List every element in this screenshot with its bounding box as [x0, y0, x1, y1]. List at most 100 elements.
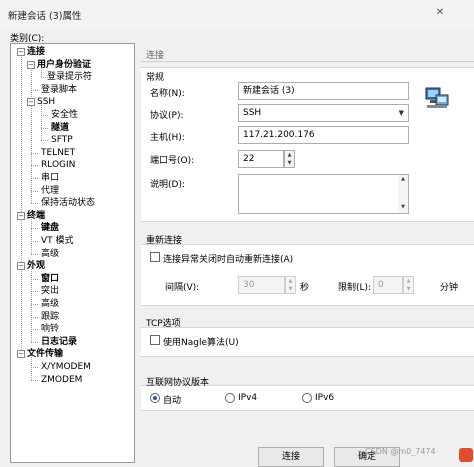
port-label: 端口号(O): — [150, 156, 195, 166]
host-input[interactable]: 117.21.200.176 — [238, 126, 409, 144]
tree-item[interactable]: 登录脚本 — [41, 84, 77, 97]
tree-item[interactable]: SSH — [37, 96, 55, 109]
chevron-down-icon: ▼ — [398, 109, 404, 117]
arrow-up-icon[interactable]: ▲ — [286, 277, 295, 285]
interval-input[interactable]: 30 — [238, 276, 285, 294]
tree-branch-line — [31, 228, 38, 230]
breadcrumb: 连接 — [141, 45, 474, 62]
arrow-up-icon[interactable]: ▲ — [398, 175, 408, 183]
limit-value: 0 — [378, 280, 384, 290]
tree-item[interactable]: 日志记录 — [41, 336, 77, 349]
collapse-toggle-icon[interactable]: − — [27, 98, 35, 107]
collapse-toggle-icon[interactable]: − — [17, 262, 25, 271]
tree-item[interactable]: 安全性 — [51, 109, 78, 122]
limit-stepper[interactable]: ▲ ▼ — [403, 276, 414, 294]
collapse-toggle-icon[interactable]: − — [17, 350, 25, 359]
app-logo-icon — [459, 448, 473, 462]
tree-item[interactable]: 跟踪 — [41, 311, 59, 324]
tree-branch-line — [31, 367, 38, 368]
title-bar: 新建会话 (3)属性 ✕ — [0, 0, 474, 28]
tree-item[interactable]: TELNET — [41, 147, 75, 160]
port-input[interactable]: 22 — [238, 150, 284, 168]
tree-item[interactable]: 隧道 — [51, 122, 69, 135]
tree-guide-line — [21, 52, 22, 355]
tree-branch-line — [31, 329, 38, 331]
arrow-down-icon[interactable]: ▼ — [404, 285, 413, 293]
description-textarea[interactable] — [238, 174, 409, 214]
tree-item[interactable]: SFTP — [51, 134, 73, 147]
tree-branch-line — [31, 253, 38, 255]
host-value: 117.21.200.176 — [243, 130, 315, 140]
general-heading: 常规 — [146, 73, 165, 83]
connect-button-label: 连接 — [281, 452, 300, 462]
port-stepper[interactable]: ▲ ▼ — [284, 150, 295, 168]
nagle-checkbox[interactable] — [150, 335, 160, 345]
auto-reconnect-checkbox[interactable] — [150, 252, 160, 262]
tree-branch-line — [31, 341, 38, 343]
interval-stepper[interactable]: ▲ ▼ — [285, 276, 296, 294]
tree-branch-line — [31, 178, 38, 179]
ipv4-radio[interactable] — [225, 393, 235, 403]
ipv6-label: IPv6 — [315, 393, 335, 403]
tree-item[interactable]: 外观 — [27, 260, 45, 273]
tree-item[interactable]: 突出 — [41, 285, 59, 298]
window-title: 新建会话 (3)属性 — [8, 11, 82, 22]
tree-item[interactable]: 串口 — [41, 172, 59, 185]
tree-item[interactable]: X/YMODEM — [41, 361, 91, 374]
interval-value: 30 — [243, 280, 255, 290]
ip-auto-radio[interactable] — [150, 393, 160, 403]
tree-branch-line — [31, 89, 38, 91]
tree-item[interactable]: 响铃 — [41, 323, 59, 336]
protocol-select[interactable]: SSH ▼ — [238, 104, 409, 122]
name-value: 新建会话 (3) — [243, 86, 295, 96]
watermark: CSDN @m0_7474 — [365, 447, 436, 456]
protocol-label: 协议(P): — [150, 111, 184, 121]
category-tree[interactable]: − 连接 − 用户身份验证 登录提示符 登录脚本 − SSH 安全性 隧道 SFTP TELNET RL… — [10, 43, 135, 463]
tree-item[interactable]: RLOGIN — [41, 159, 75, 172]
tree-guide-line — [31, 64, 32, 204]
tree-item[interactable]: 文件传输 — [27, 348, 63, 361]
limit-input[interactable]: 0 — [373, 276, 403, 294]
tree-item[interactable]: 高级 — [41, 248, 59, 261]
tree-branch-line — [41, 115, 48, 116]
arrow-up-icon[interactable]: ▲ — [285, 151, 294, 159]
arrow-down-icon[interactable]: ▼ — [398, 203, 408, 211]
collapse-toggle-icon[interactable]: − — [17, 48, 25, 56]
nagle-label: 使用Nagle算法(U) — [163, 338, 239, 348]
tree-item[interactable]: 代理 — [41, 185, 59, 198]
ipv4-label: IPv4 — [238, 393, 258, 403]
description-scrollbar[interactable]: ▲ ▼ — [398, 175, 408, 213]
tree-branch-line — [31, 291, 38, 293]
name-input[interactable]: 新建会话 (3) — [238, 82, 409, 100]
tree-item[interactable]: 键盘 — [41, 222, 59, 235]
tcp-heading: TCP选项 — [146, 319, 181, 329]
tree-item[interactable]: ZMODEM — [41, 374, 82, 387]
protocol-value: SSH — [243, 108, 262, 118]
host-label: 主机(H): — [150, 133, 185, 143]
ip-version-heading: 互联网协议版本 — [146, 378, 210, 388]
collapse-toggle-icon[interactable]: − — [27, 60, 35, 69]
tree-branch-line — [31, 316, 38, 318]
collapse-toggle-icon[interactable]: − — [17, 211, 25, 220]
tree-item[interactable]: 终端 — [27, 210, 45, 223]
interval-unit: 秒 — [300, 283, 310, 293]
arrow-down-icon[interactable]: ▼ — [286, 285, 295, 293]
interval-label: 间隔(V): — [165, 283, 200, 293]
close-icon[interactable]: ✕ — [430, 4, 450, 22]
tree-branch-line — [31, 379, 38, 381]
limit-unit: 分钟 — [440, 283, 459, 293]
description-label: 说明(D): — [150, 180, 185, 190]
arrow-up-icon[interactable]: ▲ — [404, 277, 413, 285]
tree-item[interactable]: 窗口 — [41, 273, 59, 286]
tree-branch-line — [31, 278, 38, 280]
tree-item[interactable]: 用户身份验证 — [37, 59, 91, 72]
tree-item[interactable]: VT 模式 — [41, 235, 74, 248]
ipv6-radio[interactable] — [302, 393, 312, 403]
ip-auto-label: 自动 — [163, 396, 182, 406]
arrow-down-icon[interactable]: ▼ — [285, 159, 294, 167]
connect-button[interactable]: 连接 — [258, 447, 324, 467]
tree-item[interactable]: 保持活动状态 — [41, 197, 95, 210]
tree-item[interactable]: 登录提示符 — [47, 71, 92, 84]
tree-item[interactable]: 连接 — [27, 46, 45, 59]
tree-item[interactable]: 高级 — [41, 298, 59, 311]
